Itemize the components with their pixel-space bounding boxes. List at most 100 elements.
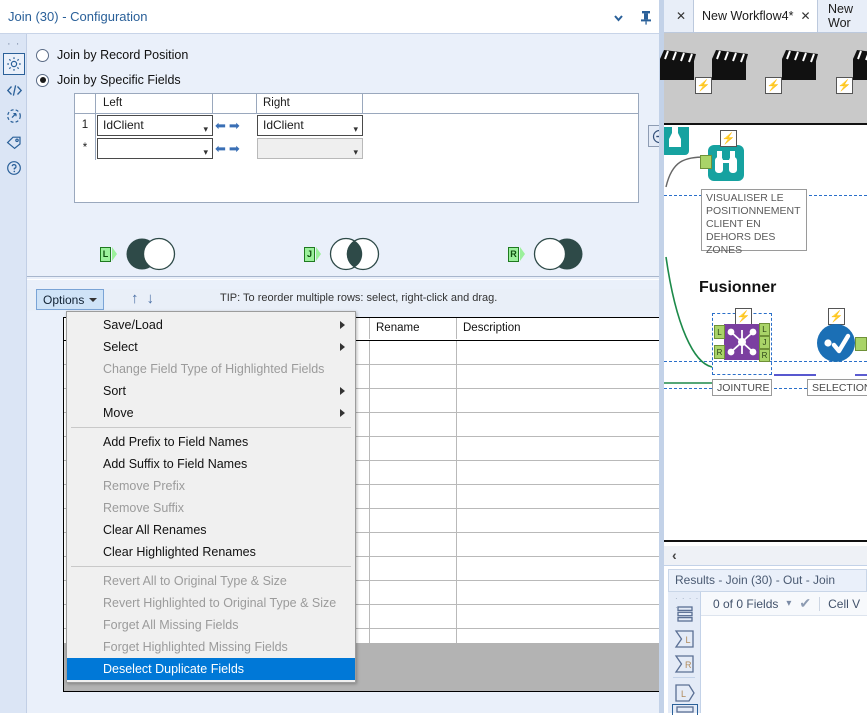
badge-letter: L xyxy=(100,246,111,262)
arrow-right-icon[interactable]: ➡ xyxy=(229,141,240,157)
join-grid-corner xyxy=(75,94,96,113)
table-cell xyxy=(370,461,457,484)
select-output-port xyxy=(855,337,867,351)
results-toolbar: 0 of 0 Fields ▾ ✔ Cell V xyxy=(701,592,867,616)
fields-count-label[interactable]: 0 of 0 Fields xyxy=(713,597,778,611)
join-row-number: 1 xyxy=(75,114,96,137)
caret-down-icon[interactable]: ▾ xyxy=(786,598,791,609)
table-cell xyxy=(370,605,457,628)
select-tool-icon[interactable] xyxy=(817,324,855,362)
arrow-right-icon[interactable]: ➡ xyxy=(229,118,240,134)
close-icon[interactable]: ✕ xyxy=(800,9,810,23)
gear-icon[interactable] xyxy=(3,53,25,75)
join-left-field-select[interactable]: IdClient ▾ xyxy=(97,115,213,136)
join-row-arrows[interactable]: ⬅ ➡ xyxy=(215,118,240,134)
join-left-field-value: IdClient xyxy=(103,118,144,132)
table-cell xyxy=(370,485,457,508)
menu-item[interactable]: Deselect Duplicate Fields xyxy=(67,658,355,680)
move-up-icon[interactable]: ↑ xyxy=(131,290,139,307)
arrow-left-icon[interactable]: ⬅ xyxy=(215,141,226,157)
join-output-icon[interactable] xyxy=(672,704,698,715)
join-left-only-option[interactable]: L xyxy=(100,237,180,271)
menu-item[interactable]: Revert All to Original Type & Size xyxy=(67,570,355,592)
close-icon[interactable]: ✕ xyxy=(676,9,686,23)
results-grid[interactable] xyxy=(701,616,867,713)
input-tool-icon[interactable] xyxy=(664,127,689,155)
arrow-left-icon[interactable]: ⬅ xyxy=(215,118,226,134)
toolbar-divider xyxy=(819,596,821,611)
options-button[interactable]: Options xyxy=(36,289,105,310)
canvas-comment-box[interactable]: VISUALISER LE POSITIONNEMENT CLIENT EN D… xyxy=(701,189,807,256)
pin-icon[interactable] xyxy=(637,8,655,26)
join-tool-icon[interactable] xyxy=(724,324,760,360)
app-root: Join (30) - Configuration · · · xyxy=(0,0,867,715)
join-right-field-select[interactable]: IdClient ▾ xyxy=(257,115,363,136)
move-down-icon[interactable]: ↓ xyxy=(147,290,155,307)
chevron-down-icon[interactable] xyxy=(609,8,627,26)
lightning-badge-icon: ⚡ xyxy=(695,77,712,94)
help-icon[interactable] xyxy=(4,158,24,178)
menu-separator xyxy=(71,566,351,567)
join-configuration-panel: Join (30) - Configuration · · · xyxy=(0,0,670,713)
code-icon[interactable] xyxy=(4,80,24,100)
menu-item[interactable]: Remove Prefix xyxy=(67,475,355,497)
lightning-badge-icon: ⚡ xyxy=(735,308,752,325)
lightning-badge-icon: ⚡ xyxy=(765,77,782,94)
menu-item[interactable]: Remove Suffix xyxy=(67,497,355,519)
menu-item[interactable]: Clear Highlighted Renames xyxy=(67,541,355,563)
menu-item[interactable]: Add Prefix to Field Names xyxy=(67,431,355,453)
check-icon[interactable]: ✔ xyxy=(799,595,811,612)
config-title-bar: Join (30) - Configuration xyxy=(0,0,659,34)
tab-new-workflow4[interactable]: New Workflow4* ✕ xyxy=(693,0,818,32)
left-output-icon[interactable]: L xyxy=(673,682,697,704)
tab-new-workflow-next[interactable]: New Wor xyxy=(822,0,867,32)
join-output-port-R: R xyxy=(759,349,770,362)
sum-right-icon[interactable]: R xyxy=(673,653,697,675)
records-icon[interactable] xyxy=(673,603,697,625)
browse-tool-icon[interactable] xyxy=(708,145,744,181)
join-right-only-option[interactable]: R xyxy=(508,237,588,271)
cell-view-label[interactable]: Cell V xyxy=(828,597,860,611)
results-collapse-strip[interactable]: ‹ xyxy=(664,546,867,566)
workflow-area: ✕ New Workflow4* ✕ New Wor ⚡ ⚡ ⚡ ⚡ VISUA… xyxy=(659,0,867,715)
submenu-arrow-icon xyxy=(340,387,345,395)
menu-item[interactable]: Clear All Renames xyxy=(67,519,355,541)
menu-separator xyxy=(71,427,351,428)
table-cell xyxy=(457,581,669,604)
workflow-canvas[interactable]: ⚡ VISUALISER LE POSITIONNEMENT CLIENT EN… xyxy=(664,127,867,545)
join-input-port-R: R xyxy=(714,345,725,359)
clapper-tool-icon[interactable] xyxy=(708,43,754,89)
svg-text:R: R xyxy=(685,660,692,670)
menu-item[interactable]: Revert Highlighted to Original Type & Si… xyxy=(67,592,355,614)
tag-icon[interactable] xyxy=(4,132,24,152)
menu-item[interactable]: Save/Load xyxy=(67,314,355,336)
menu-item[interactable]: Select xyxy=(67,336,355,358)
tab-close-previous[interactable]: ✕ xyxy=(669,0,693,32)
join-row-arrows[interactable]: ⬅ ➡ xyxy=(215,141,240,157)
clapper-tool-icon[interactable] xyxy=(778,43,824,89)
radio-join-by-specific-fields[interactable]: Join by Specific Fields xyxy=(36,73,181,87)
join-left-field-select[interactable]: ▾ xyxy=(97,138,213,159)
table-cell xyxy=(370,509,457,532)
venn-right-icon xyxy=(533,237,583,271)
results-title: Results - Join (30) - Out - Join xyxy=(668,569,867,592)
reorder-tip-text: TIP: To reorder multiple rows: select, r… xyxy=(220,292,498,304)
lightning-badge-icon: ⚡ xyxy=(828,308,845,325)
radio-join-by-record-position[interactable]: Join by Record Position xyxy=(36,48,188,62)
menu-item[interactable]: Sort xyxy=(67,380,355,402)
table-cell xyxy=(457,341,669,364)
table-cell xyxy=(370,341,457,364)
menu-item[interactable]: Move xyxy=(67,402,355,424)
table-cell xyxy=(457,413,669,436)
menu-item[interactable]: Change Field Type of Highlighted Fields xyxy=(67,358,355,380)
table-cell xyxy=(370,365,457,388)
menu-item[interactable]: Forget All Missing Fields xyxy=(67,614,355,636)
menu-item[interactable]: Forget Highlighted Missing Fields xyxy=(67,636,355,658)
refresh-circle-icon[interactable] xyxy=(4,106,24,126)
menu-item[interactable]: Add Suffix to Field Names xyxy=(67,453,355,475)
submenu-arrow-icon xyxy=(340,343,345,351)
chevron-left-icon[interactable]: ‹ xyxy=(672,547,677,563)
options-toolbar: Options ↑ ↓ TIP: To reorder multiple row… xyxy=(27,289,659,311)
join-inner-option[interactable]: J xyxy=(304,237,384,271)
sum-left-icon[interactable]: L xyxy=(673,628,697,650)
